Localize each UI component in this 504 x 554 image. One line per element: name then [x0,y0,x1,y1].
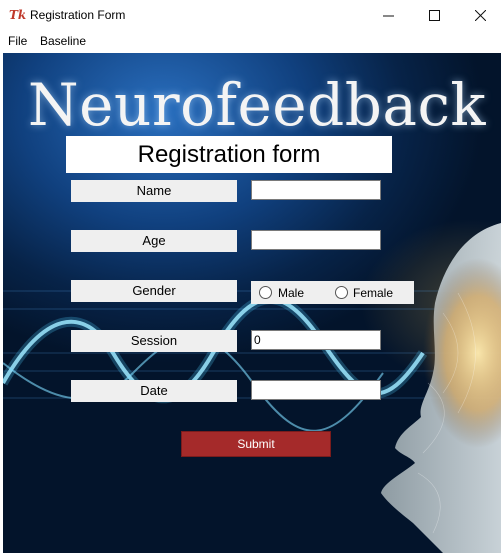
name-input[interactable] [251,180,381,200]
menu-file[interactable]: File [8,34,27,48]
female-radio[interactable] [335,286,348,299]
window-title: Registration Form [30,8,126,22]
minimize-icon [382,15,394,17]
name-label: Name [71,180,237,202]
submit-button[interactable]: Submit [181,431,331,457]
menu-bar: File Baseline [0,31,504,52]
gender-label: Gender [71,280,237,302]
minimize-button[interactable] [365,0,411,31]
title-bar: Tk Registration Form [0,0,504,31]
gender-options: Male Female [251,281,414,304]
tk-logo-icon: Tk [9,8,27,22]
date-input[interactable] [251,380,381,400]
male-radio[interactable] [259,286,272,299]
menu-baseline[interactable]: Baseline [40,34,86,48]
session-input[interactable]: 0 [251,330,381,350]
neurofeedback-banner: Neurofeedback [27,71,487,139]
age-input[interactable] [251,230,381,250]
maximize-button[interactable] [411,0,457,31]
form-canvas: Neurofeedback Registration form Name Age… [3,53,501,553]
app-window: Tk Registration Form File Baseline Neuro… [0,0,504,554]
form-title: Registration form [66,136,392,173]
session-label: Session [71,330,237,352]
female-radio-label[interactable]: Female [353,286,393,300]
maximize-icon [428,10,440,21]
male-radio-label[interactable]: Male [278,286,304,300]
close-button[interactable] [457,0,503,31]
date-label: Date [71,380,237,402]
age-label: Age [71,230,237,252]
close-icon [474,10,486,21]
